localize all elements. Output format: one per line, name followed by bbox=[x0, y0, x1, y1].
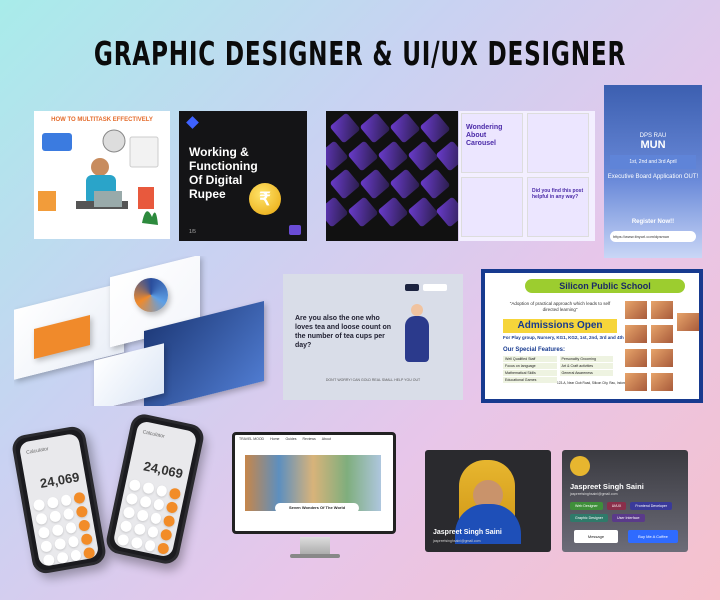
skill-tag: Web Designer bbox=[570, 502, 603, 510]
mun-desc: Executive Board Application OUT! bbox=[607, 174, 699, 180]
carousel-closing: Did you find this post helpful in any wa… bbox=[532, 188, 584, 200]
skill-tags: Web Designer UI/UX Frontend Developer Gr… bbox=[570, 502, 682, 522]
photo bbox=[625, 349, 647, 367]
page-title: GRAPHIC DESIGNER & UI/UX DESIGNER bbox=[93, 34, 627, 73]
monitor-base bbox=[290, 554, 340, 558]
photo bbox=[651, 349, 673, 367]
photo bbox=[625, 325, 647, 343]
person-illustration bbox=[405, 316, 429, 362]
mun-event: MUN bbox=[640, 139, 666, 151]
calculator-phone[interactable]: Calculator 24,069 bbox=[10, 424, 108, 576]
mun-url[interactable]: https://www.tinyurl.com/dpsmun bbox=[610, 231, 696, 242]
profile-name: Jaspreet Singh Saini bbox=[570, 482, 644, 491]
mun-poster-card[interactable]: DPS RAU MUN 1st, 2nd and 3rd April Execu… bbox=[604, 85, 702, 258]
nav-link[interactable]: Home bbox=[270, 437, 279, 441]
tea-footer: DON'T WORRY! CAN GOLD REAL SMALL HELP YO… bbox=[325, 378, 421, 382]
admissions-headline: Admissions Open bbox=[503, 319, 617, 333]
rupee-coin-icon: ₹ bbox=[249, 183, 281, 215]
skill-tag: Frontend Developer bbox=[630, 502, 673, 510]
profile-card-details[interactable]: Jaspreet Singh Saini jaspreetsinghsaini@… bbox=[562, 450, 688, 552]
nav-button[interactable] bbox=[405, 284, 419, 291]
skill-tag: UI/UX bbox=[606, 502, 627, 510]
mun-cta: Register Now!! bbox=[631, 219, 675, 225]
next-arrow-icon[interactable] bbox=[289, 225, 301, 235]
photo bbox=[651, 373, 673, 391]
features-list: Well Qualified Staff Personality Grooming… bbox=[503, 356, 613, 383]
carousel-mosaic-card[interactable] bbox=[326, 111, 458, 241]
digital-rupee-card[interactable]: Working & Functioning Of Digital Rupee ₹… bbox=[179, 111, 307, 241]
site-brand: TRAVEL MOOD bbox=[239, 437, 265, 441]
tea-landing-card[interactable]: Are you also the one who loves tea and l… bbox=[283, 274, 463, 400]
profile-card-photo[interactable]: Jaspreet Singh Saini jaspreetsinghsaini@… bbox=[425, 450, 551, 552]
school-name: Silicon Public School bbox=[525, 279, 685, 293]
page-indicator: 1/5 bbox=[189, 229, 196, 235]
nav-link[interactable]: About bbox=[322, 437, 331, 441]
multitask-illustration bbox=[38, 129, 159, 225]
skill-tag: User Interface bbox=[611, 514, 645, 522]
school-admission-card[interactable]: Silicon Public School "Adoption of pract… bbox=[481, 269, 703, 403]
person-illustration bbox=[411, 304, 423, 316]
avatar bbox=[570, 456, 590, 476]
nav-link[interactable]: Reviews bbox=[303, 437, 316, 441]
school-address: 123-A, Near Club Road, Silicon City, Rau… bbox=[557, 381, 626, 385]
tea-question: Are you also the one who loves tea and l… bbox=[295, 315, 392, 349]
photo bbox=[625, 301, 647, 319]
profile-email: jaspreetsinghsaini@gmail.com bbox=[433, 539, 481, 543]
nav-button[interactable] bbox=[423, 284, 447, 291]
brochure-mockup[interactable] bbox=[14, 256, 274, 406]
features-title: Our Special Features: bbox=[503, 347, 566, 353]
profile-name: Jaspreet Singh Saini bbox=[433, 529, 502, 536]
message-button[interactable]: Message bbox=[574, 530, 618, 543]
monitor-stand bbox=[300, 537, 330, 555]
multitask-design-card[interactable]: HOW TO MULTITASK EFFECTIVELY bbox=[34, 111, 170, 239]
multitask-heading: HOW TO MULTITASK EFFECTIVELY bbox=[51, 117, 153, 123]
banner-caption: Seven Wonders Of The World bbox=[275, 503, 359, 513]
nav-link[interactable]: Guides bbox=[285, 437, 296, 441]
photo bbox=[651, 301, 673, 319]
photo bbox=[625, 373, 647, 391]
buy-coffee-button[interactable]: Buy Me A Coffee bbox=[628, 530, 678, 543]
calculator-phone[interactable]: Calculator 24,069 bbox=[104, 411, 206, 567]
skill-tag: Graphic Designer bbox=[570, 514, 608, 522]
carousel-question: Wondering About Carousel bbox=[466, 124, 503, 147]
profile-email: jaspreetsinghsaini@gmail.com bbox=[570, 492, 618, 496]
calc-keypad[interactable] bbox=[28, 487, 99, 567]
mun-dates: 1st, 2nd and 3rd April bbox=[610, 155, 696, 169]
travel-website-monitor[interactable]: TRAVEL MOOD Home Guides Reviews About Se… bbox=[232, 432, 396, 534]
site-nav: TRAVEL MOOD Home Guides Reviews About bbox=[235, 435, 393, 443]
brand-logo-icon bbox=[186, 116, 199, 129]
photo bbox=[651, 325, 673, 343]
school-tagline: "Adoption of practical approach which le… bbox=[509, 301, 611, 312]
photo bbox=[677, 313, 699, 331]
carousel-pages-card[interactable]: Wondering About Carousel Did you find th… bbox=[459, 111, 595, 241]
calc-keypad[interactable] bbox=[112, 474, 186, 558]
admissions-classes: For Play group, Nursery, KG1, KG2, 1st, … bbox=[503, 335, 624, 340]
